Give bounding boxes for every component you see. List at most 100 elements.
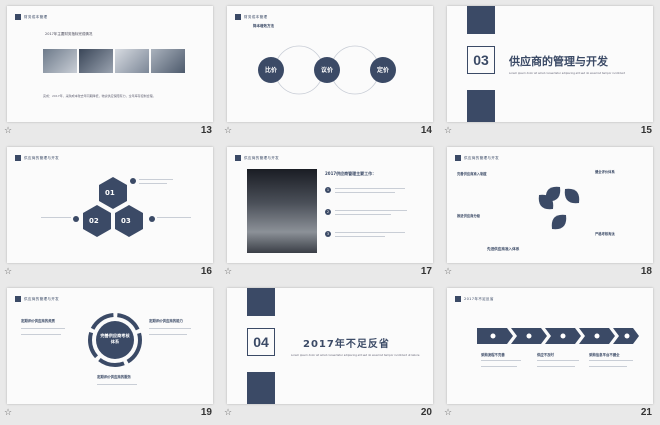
slide-thumbnail-16[interactable]: 供应商的管理与开发 01 02 03 ☆ 16 — [0, 141, 220, 282]
section-title: 2017年不足反省 — [303, 339, 390, 350]
slide-footer: ☆ 18 — [440, 265, 660, 281]
text-line — [21, 334, 61, 335]
slide-thumbnail-18[interactable]: 供应商的管理与开发 完善供应商准入制度 健全评价体系 推进供应商分级 严格考核淘… — [440, 141, 660, 282]
slide-number: 18 — [640, 266, 652, 277]
item-1: 采购流程不完善 — [481, 353, 505, 357]
slide-number: 13 — [200, 125, 212, 136]
hex-label-2: 02 — [89, 217, 99, 225]
slide-number: 16 — [200, 266, 212, 277]
circles-diagram — [258, 45, 396, 95]
accent-block — [247, 372, 275, 404]
label-4: 严格考核淘汰 — [595, 232, 615, 236]
step-1: 1 — [325, 187, 331, 193]
header-text: 财务成本管理 — [24, 14, 48, 19]
section-title: 供应商的管理与开发 — [509, 55, 608, 68]
text-line — [335, 192, 395, 193]
slide-16[interactable]: 供应商的管理与开发 01 02 03 — [7, 147, 213, 263]
circle-label-3: 定价 — [376, 67, 389, 74]
label-3: 推进供应商分级 — [457, 214, 481, 218]
text-line — [335, 214, 391, 215]
photo-image — [115, 49, 149, 73]
slide-footer: ☆ 16 — [0, 265, 220, 281]
accent-block — [467, 90, 495, 122]
text-line — [481, 366, 517, 367]
text-line — [139, 183, 167, 184]
slide-footer: ☆ 13 — [0, 124, 220, 140]
slide-footer: ☆ 15 — [440, 124, 660, 140]
section-number-box: 03 — [467, 46, 495, 74]
text-line — [335, 232, 405, 233]
slide-thumbnail-15[interactable]: 03 供应商的管理与开发 Lorem ipsum dolor sit amet … — [440, 0, 660, 141]
step-2: 2 — [325, 209, 331, 215]
arrow-process — [477, 328, 639, 344]
photo-image — [151, 49, 185, 73]
slide-thumbnail-13[interactable]: 财务成本管理 2017年主要财务指标完成情况 完成：2017年，采购成本较去年同… — [0, 0, 220, 141]
star-icon[interactable]: ☆ — [224, 408, 232, 418]
label-1: 完善供应商准入制度 — [457, 172, 487, 176]
right-title: 定期评价供应商的能力 — [149, 319, 183, 323]
text-line — [537, 366, 575, 367]
slide-14[interactable]: 财务成本管理 降本增效方法 比价 议价 定价 — [227, 6, 433, 122]
star-icon[interactable]: ☆ — [444, 267, 452, 277]
left-title: 定期评价供应商的资质 — [21, 319, 55, 323]
slide-footer: ☆ 17 — [220, 265, 440, 281]
star-icon[interactable]: ☆ — [444, 408, 452, 418]
star-icon[interactable]: ☆ — [224, 267, 232, 277]
slide-footer: ☆ 20 — [220, 406, 440, 422]
text-line — [149, 334, 187, 335]
slide-title: 2017年主要财务指标完成情况 — [45, 32, 93, 36]
slide-17[interactable]: 供应商的管理与开发 2017供应商管理主要工作： 1 2 3 — [227, 147, 433, 263]
photo-image — [43, 49, 77, 73]
photo-image — [79, 49, 113, 73]
text-line — [41, 217, 71, 218]
text-line — [149, 328, 191, 329]
hex-label-3: 03 — [121, 217, 131, 225]
text-line — [589, 366, 627, 367]
slide-title: 2017供应商管理主要工作： — [325, 171, 377, 176]
step-3: 3 — [325, 231, 331, 237]
star-icon[interactable]: ☆ — [4, 126, 12, 136]
slide-number: 15 — [640, 125, 652, 136]
slide-13[interactable]: 财务成本管理 2017年主要财务指标完成情况 完成：2017年，采购成本较去年同… — [7, 6, 213, 122]
slide-thumbnail-20[interactable]: 04 2017年不足反省 Lorem ipsum dolor sit amet … — [220, 282, 440, 423]
hexagon-diagram — [73, 177, 155, 237]
slide-18[interactable]: 供应商的管理与开发 完善供应商准入制度 健全评价体系 推进供应商分级 严格考核淘… — [447, 147, 653, 263]
star-icon[interactable]: ☆ — [224, 126, 232, 136]
circle-label-2: 议价 — [320, 67, 333, 74]
petal-diagram — [538, 186, 580, 230]
slide-thumbnail-14[interactable]: 财务成本管理 降本增效方法 比价 议价 定价 ☆ 14 — [220, 0, 440, 141]
slide-20[interactable]: 04 2017年不足反省 Lorem ipsum dolor sit amet … — [227, 288, 433, 404]
slide-header: 供应商的管理与开发 — [235, 154, 279, 162]
slide-footer: ☆ 14 — [220, 124, 440, 140]
slide-thumbnail-21[interactable]: 2017年不足反省 采购流程不完善 供应不及时 采购信息平台不健全 ☆ 21 — [440, 282, 660, 423]
slide-thumbnail-17[interactable]: 供应商的管理与开发 2017供应商管理主要工作： 1 2 3 ☆ 17 — [220, 141, 440, 282]
slide-19[interactable]: 供应商的管理与开发 完善供应商考核体系 定期评价供应商的资质 定期评价供应商的能… — [7, 288, 213, 404]
text-line — [139, 179, 173, 180]
slide-thumbnail-19[interactable]: 供应商的管理与开发 完善供应商考核体系 定期评价供应商的资质 定期评价供应商的能… — [0, 282, 220, 423]
slide-footer: ☆ 19 — [0, 406, 220, 422]
section-number: 03 — [473, 52, 489, 68]
star-icon[interactable]: ☆ — [4, 408, 12, 418]
text-line — [157, 217, 191, 218]
center-label: 先进供应商准入体系 — [487, 247, 520, 251]
accent-block — [247, 288, 275, 316]
accent-block — [467, 6, 495, 34]
item-3: 采购信息平台不健全 — [589, 353, 620, 357]
text-line — [335, 210, 407, 211]
slide-number: 19 — [200, 407, 212, 418]
slide-21[interactable]: 2017年不足反省 采购流程不完善 供应不及时 采购信息平台不健全 — [447, 288, 653, 404]
text-line — [481, 360, 521, 361]
hex-label-1: 01 — [105, 189, 115, 197]
slide-number: 20 — [420, 407, 432, 418]
center-text: 完善供应商考核体系 — [100, 333, 130, 344]
star-icon[interactable]: ☆ — [4, 267, 12, 277]
label-2: 健全评价体系 — [595, 170, 615, 174]
circle-label-1: 比价 — [264, 67, 277, 74]
city-photo — [247, 169, 317, 253]
star-icon[interactable]: ☆ — [444, 126, 452, 136]
slide-15[interactable]: 03 供应商的管理与开发 Lorem ipsum dolor sit amet … — [447, 6, 653, 122]
ring-diagram — [88, 313, 142, 367]
section-number: 04 — [253, 334, 269, 350]
section-subtitle: Lorem ipsum dolor sit amet consectetur a… — [509, 72, 626, 75]
text-line — [537, 360, 579, 361]
